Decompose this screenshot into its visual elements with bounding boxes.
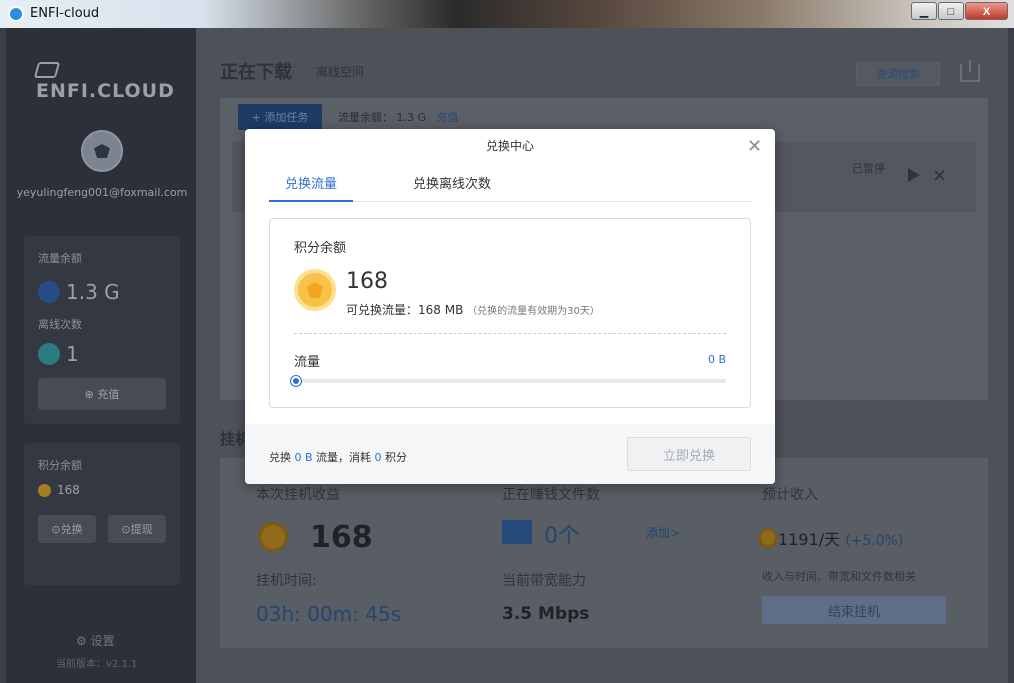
income-value-row: 1191/天 (+5.0%) bbox=[778, 526, 903, 550]
offline-value: 1 bbox=[66, 342, 79, 366]
close-window-button[interactable]: X bbox=[965, 2, 1008, 20]
minimize-button[interactable]: ▁ bbox=[911, 2, 937, 20]
traffic-bar-value: 1.3 G bbox=[396, 111, 427, 124]
income-note: 收入与时间、带宽和文件数相关 bbox=[762, 570, 916, 583]
earnings-label: 本次挂机收益 bbox=[256, 487, 340, 503]
income-stat: 预计收入 1191/天 (+5.0%) 收入与时间、带宽和文件数相关 结束挂机 bbox=[732, 458, 988, 648]
cloud-icon bbox=[38, 343, 60, 365]
earnings-value: 168 bbox=[310, 520, 373, 555]
points-value: 168 bbox=[346, 269, 388, 294]
flow-label: 流量 bbox=[294, 355, 321, 370]
exchangeable-amount: 可兑换流量：168 MB bbox=[346, 303, 464, 317]
points-box: 积分余额 168 可兑换流量：168 MB （兑换的流量有效期为30天） 流量 … bbox=[269, 218, 751, 408]
recharge-link[interactable]: 充值 bbox=[437, 111, 459, 124]
traffic-bar-label: 流量余额： bbox=[338, 111, 393, 124]
coin-icon bbox=[258, 522, 288, 552]
maximize-button[interactable]: □ bbox=[938, 2, 964, 20]
summary-amount: 0 B bbox=[294, 451, 313, 464]
time-value: 03h: 00m: 45s bbox=[256, 602, 402, 626]
income-pct: (+5.0%) bbox=[845, 533, 904, 549]
version-label: 当前版本：v2.1.1 bbox=[56, 659, 138, 670]
points-label: 积分余额 bbox=[38, 459, 82, 472]
window-titlebar: ENFI-cloud ▁ □ X bbox=[0, 0, 1014, 28]
logo-text: ENFI.CLOUD bbox=[36, 80, 175, 102]
bandwidth-value: 3.5 Mbps bbox=[502, 604, 590, 624]
traffic-value: 1.3 G bbox=[66, 280, 120, 304]
withdraw-button[interactable]: ⊙提现 bbox=[108, 515, 166, 543]
summary-suffix: 积分 bbox=[381, 451, 408, 464]
exchange-button[interactable]: ⊙兑换 bbox=[38, 515, 96, 543]
offline-row: 1 bbox=[38, 342, 79, 366]
tab-exchange-traffic[interactable]: 兑换流量 bbox=[269, 175, 354, 202]
coin-icon bbox=[758, 528, 778, 548]
slider-handle[interactable] bbox=[291, 376, 301, 386]
user-email: yeyulingfeng001@foxmail.com bbox=[16, 186, 188, 199]
traffic-label: 流量余额 bbox=[38, 252, 82, 265]
logo-icon bbox=[33, 61, 61, 78]
tab-exchange-offline[interactable]: 兑换离线次数 bbox=[397, 175, 507, 202]
exchangeable-note: （兑换的流量有效期为30天） bbox=[467, 306, 600, 317]
summary-mid: 流量，消耗 bbox=[312, 451, 375, 464]
task-status: 已暂停 bbox=[852, 162, 885, 175]
files-label: 正在赚钱文件数 bbox=[502, 487, 600, 503]
app-icon bbox=[8, 6, 24, 22]
window-title: ENFI-cloud bbox=[30, 6, 100, 21]
app-logo: ENFI.CLOUD bbox=[33, 58, 196, 102]
modal-footer: 兑换 0 B 流量，消耗 0 积分 立即兑换 bbox=[245, 424, 775, 484]
page-title[interactable]: 正在下载 bbox=[220, 58, 292, 84]
points-value: 168 bbox=[57, 483, 80, 497]
settings-link[interactable]: ⚙ 设置 bbox=[76, 632, 115, 649]
modal-tabs: 兑换流量 兑换离线次数 bbox=[269, 175, 751, 202]
flow-value: 0 B bbox=[707, 353, 726, 366]
stats-panel: 本次挂机收益 168 挂机时间: 03h: 00m: 45s 正在赚钱文件数 0… bbox=[220, 458, 988, 648]
end-hang-button[interactable]: 结束挂机 bbox=[762, 596, 946, 624]
traffic-bar: 流量余额： 1.3 G 充值 bbox=[338, 109, 459, 125]
recharge-button[interactable]: ⊕ 充值 bbox=[38, 378, 166, 410]
flow-slider[interactable] bbox=[291, 376, 726, 386]
bandwidth-label: 当前带宽能力 bbox=[502, 573, 586, 589]
coin-icon bbox=[294, 269, 336, 311]
exchange-summary: 兑换 0 B 流量，消耗 0 积分 bbox=[269, 449, 407, 465]
tab-offline-space[interactable]: 离线空间 bbox=[316, 63, 364, 80]
download-icon[interactable] bbox=[960, 60, 980, 82]
coin-icon bbox=[38, 483, 51, 497]
earnings-stat: 本次挂机收益 168 挂机时间: 03h: 00m: 45s bbox=[220, 458, 476, 648]
files-value: 0个 bbox=[544, 524, 580, 549]
modal-title: 兑换中心 bbox=[485, 139, 534, 153]
exchange-modal: 兑换中心 ✕ 兑换流量 兑换离线次数 积分余额 168 可兑换流量：168 MB… bbox=[245, 129, 775, 484]
divider bbox=[294, 333, 726, 334]
close-icon[interactable]: ✕ bbox=[747, 138, 762, 156]
time-label: 挂机时间: bbox=[256, 573, 317, 589]
exchangeable-text: 可兑换流量：168 MB （兑换的流量有效期为30天） bbox=[346, 301, 600, 318]
play-icon[interactable] bbox=[908, 168, 920, 182]
add-files-link[interactable]: 添加> bbox=[646, 524, 680, 541]
points-card: 积分余额 168 ⊙兑换 ⊙提现 bbox=[24, 443, 180, 585]
summary-points: 0 bbox=[374, 451, 382, 464]
income-label: 预计收入 bbox=[762, 487, 818, 503]
traffic-icon bbox=[38, 281, 60, 303]
summary-prefix: 兑换 bbox=[269, 451, 295, 464]
sidebar: ENFI.CLOUD yeyulingfeng001@foxmail.com 流… bbox=[6, 28, 196, 683]
avatar[interactable] bbox=[81, 130, 123, 172]
redeem-button[interactable]: 立即兑换 bbox=[627, 437, 751, 471]
points-row: 168 bbox=[38, 483, 80, 497]
traffic-row: 1.3 G bbox=[38, 280, 120, 304]
close-icon[interactable]: ✕ bbox=[932, 166, 947, 187]
offline-label: 离线次数 bbox=[38, 318, 82, 331]
quota-card: 流量余额 1.3 G 离线次数 1 ⊕ 充值 bbox=[24, 236, 180, 424]
income-value: 1191/天 bbox=[778, 530, 841, 549]
add-task-button[interactable]: + 添加任务 bbox=[238, 104, 322, 130]
folder-icon bbox=[502, 520, 532, 544]
files-stat: 正在赚钱文件数 0个 添加> 当前带宽能力 3.5 Mbps bbox=[476, 458, 732, 648]
points-title: 积分余额 bbox=[294, 241, 347, 256]
resource-search-button[interactable]: 资源搜索 bbox=[856, 62, 940, 86]
